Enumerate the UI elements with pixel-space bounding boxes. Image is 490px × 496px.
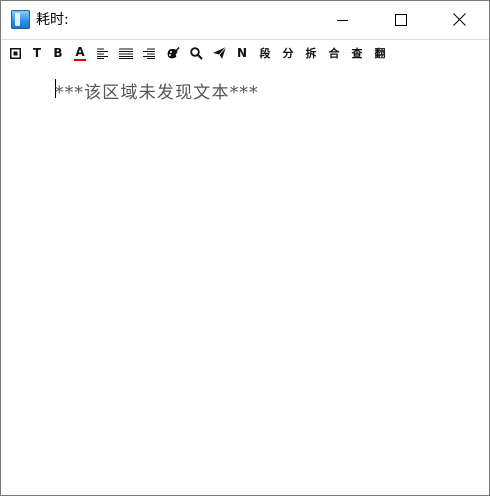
paint-icon[interactable] (166, 44, 180, 62)
segment-button[interactable]: 段 (258, 44, 272, 62)
translate-button[interactable]: 翻 (373, 44, 387, 62)
n-button[interactable]: N (235, 44, 249, 62)
disassemble-button[interactable]: 拆 (304, 44, 318, 62)
align-left-icon[interactable] (96, 44, 110, 62)
minimize-icon (337, 19, 348, 21)
maximize-icon (395, 13, 407, 26)
font-color-button[interactable]: A (73, 44, 87, 62)
font-color-bar (74, 58, 86, 61)
split-button[interactable]: 分 (281, 44, 295, 62)
toolbar: T B A N 段 分 拆 合 查 翻 (1, 39, 489, 68)
editor-content: ***该区域未发现文本*** (55, 83, 259, 103)
send-icon[interactable] (212, 44, 226, 62)
frame-icon[interactable] (8, 44, 22, 62)
align-right-icon[interactable] (142, 44, 156, 62)
minimize-button[interactable] (320, 1, 366, 38)
app-window: 耗时: T B A N 段 分 拆 合 查 翻 ***该区域未发现文本*** (0, 0, 490, 496)
align-justify-icon[interactable] (119, 44, 133, 62)
text-editor-area[interactable]: ***该区域未发现文本*** (1, 67, 489, 495)
text-tool-button[interactable]: T (30, 44, 44, 62)
search-icon[interactable] (189, 44, 203, 62)
app-notebook-icon (11, 10, 30, 29)
bold-button[interactable]: B (51, 44, 65, 62)
close-button[interactable] (436, 1, 482, 38)
merge-button[interactable]: 合 (327, 44, 341, 62)
title-bar[interactable]: 耗时: (1, 1, 489, 38)
font-color-label: A (75, 44, 85, 59)
window-title: 耗时: (36, 12, 69, 28)
lookup-button[interactable]: 查 (350, 44, 364, 62)
close-icon (452, 13, 466, 26)
maximize-button[interactable] (378, 1, 424, 38)
